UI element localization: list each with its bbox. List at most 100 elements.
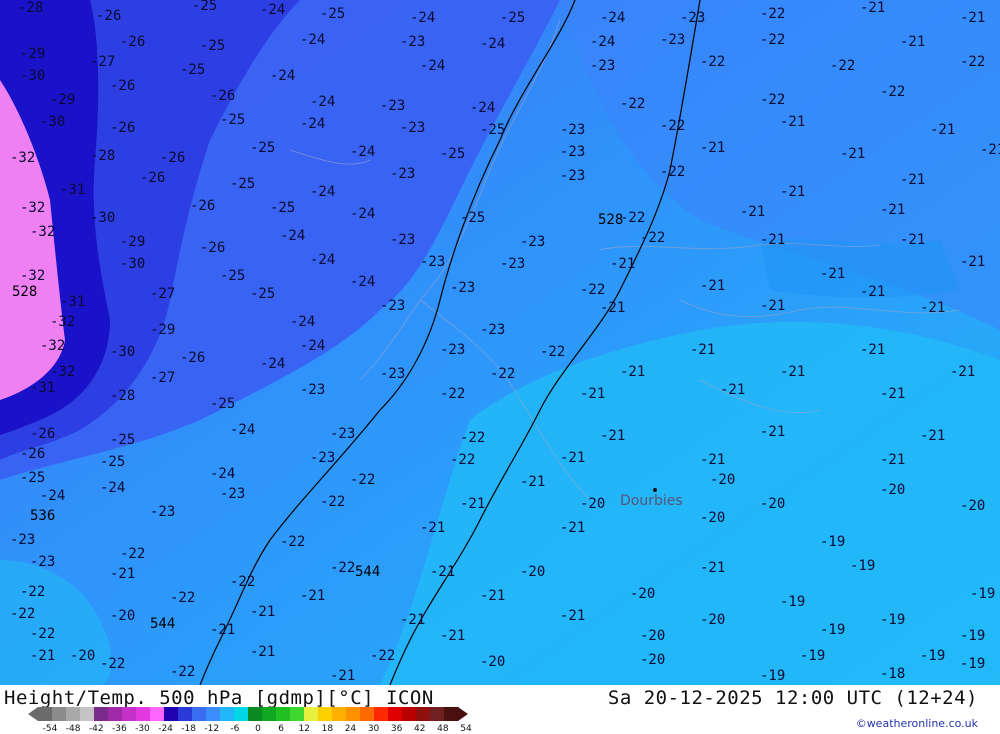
temperature-label: -24	[210, 466, 235, 482]
temperature-label: -22	[540, 344, 565, 360]
temperature-label: -26	[210, 88, 235, 104]
temperature-label: -22	[280, 534, 305, 550]
temperature-label: -25	[192, 0, 217, 14]
color-scale-legend: -54 -48 -42 -36 -30 -24 -18 -12 -6 0 6 12 18 24 30 36 42…	[28, 706, 472, 734]
temperature-label: -21	[210, 622, 235, 638]
temperature-label: -27	[150, 286, 175, 302]
temperature-label: -21	[560, 520, 585, 536]
temperature-label: -20	[580, 496, 605, 512]
temperature-label: -24	[300, 32, 325, 48]
color-scale-swatch	[332, 707, 347, 721]
temperature-label: -20	[640, 652, 665, 668]
temperature-label: -25	[500, 10, 525, 26]
color-scale-swatch	[304, 707, 319, 721]
temperature-label: -27	[150, 370, 175, 386]
temperature-label: -21	[900, 172, 925, 188]
temperature-label: -23	[560, 168, 585, 184]
temperature-label: -21	[880, 386, 905, 402]
temperature-label: -18	[880, 666, 905, 682]
temperature-label: -32	[10, 150, 35, 166]
temperature-label: -22	[170, 664, 195, 680]
color-scale-swatch	[136, 707, 151, 721]
temperature-label: -26	[140, 170, 165, 186]
temperature-label: -21	[440, 628, 465, 644]
temperature-label: -21	[780, 114, 805, 130]
temperature-label: -21	[920, 428, 945, 444]
temperature-label: -21	[250, 604, 275, 620]
temperature-label: -22	[760, 6, 785, 22]
temperature-label: -22	[230, 574, 255, 590]
color-scale-swatch	[276, 707, 291, 721]
temperature-label: -25	[250, 286, 275, 302]
color-scale-bar	[28, 707, 468, 721]
temperature-label: -23	[150, 504, 175, 520]
temperature-label: -22	[880, 84, 905, 100]
temperature-label: -23	[520, 234, 545, 250]
color-scale-swatch	[108, 707, 123, 721]
temperature-label: -19	[880, 612, 905, 628]
temperature-label: -25	[220, 112, 245, 128]
temperature-label: -23	[480, 322, 505, 338]
temperature-label: -21	[880, 202, 905, 218]
temperature-label: -24	[230, 422, 255, 438]
temperature-label: -31	[60, 182, 85, 198]
temperature-label: -24	[310, 184, 335, 200]
color-scale-swatch	[220, 707, 235, 721]
temperature-label: -24	[310, 252, 335, 268]
color-scale-swatch	[416, 707, 431, 721]
temperature-label: -24	[350, 206, 375, 222]
temperature-label: -21	[920, 300, 945, 316]
temperature-label: -19	[800, 648, 825, 664]
temperature-label: -22	[460, 430, 485, 446]
temperature-map: -28 -26 -25 -24 -25 -24 -25 -24 -23 -22 -21 -21 -29-…	[0, 0, 1000, 685]
temperature-label: -32	[40, 338, 65, 354]
temperature-label: -23	[390, 232, 415, 248]
color-scale-swatch	[66, 707, 81, 721]
temperature-label: -23	[380, 298, 405, 314]
temperature-label: -21	[700, 560, 725, 576]
temperature-label: -21	[820, 266, 845, 282]
color-scale-swatch	[94, 707, 109, 721]
temperature-label: -23	[440, 342, 465, 358]
temperature-label: -23	[400, 120, 425, 136]
temperature-label: -25	[200, 38, 225, 54]
temperature-label: -21	[780, 364, 805, 380]
temperature-label: -21	[690, 342, 715, 358]
temperature-label: -21	[980, 142, 1000, 158]
temperature-label: -20	[880, 482, 905, 498]
temperature-label: -23	[300, 382, 325, 398]
temperature-label: -28	[90, 148, 115, 164]
temperature-label: -23	[310, 450, 335, 466]
temperature-label: -21	[760, 424, 785, 440]
temperature-label: -23	[10, 532, 35, 548]
temperature-label: -23	[660, 32, 685, 48]
color-scale-swatch	[346, 707, 361, 721]
temperature-label: -26	[30, 426, 55, 442]
temperature-label: -25	[180, 62, 205, 78]
temperature-label: -24	[480, 36, 505, 52]
temperature-label: -23	[220, 486, 245, 502]
color-scale-swatch	[52, 707, 67, 721]
temperature-label: -30	[20, 68, 45, 84]
temperature-label: -21	[520, 474, 545, 490]
temperature-label: -25	[220, 268, 245, 284]
temperature-label: -21	[560, 608, 585, 624]
temperature-label: -29	[50, 92, 75, 108]
temperature-label: -19	[760, 668, 785, 684]
color-scale-swatch	[164, 707, 179, 721]
temperature-label: -21	[900, 232, 925, 248]
temperature-label: -28	[18, 0, 43, 16]
temperature-label: -21	[700, 278, 725, 294]
temperature-label: -21	[400, 612, 425, 628]
color-scale-swatch	[80, 707, 95, 721]
temperature-label: -22	[700, 54, 725, 70]
temperature-label: -21	[330, 668, 355, 684]
temperature-label: -24	[470, 100, 495, 116]
temperature-label: -22	[620, 210, 645, 226]
temperature-label: -30	[90, 210, 115, 226]
temperature-label: -24	[260, 356, 285, 372]
temperature-label: -21	[460, 496, 485, 512]
temperature-label: -20	[960, 498, 985, 514]
temperature-label: -23	[420, 254, 445, 270]
color-scale-swatch	[38, 707, 53, 721]
